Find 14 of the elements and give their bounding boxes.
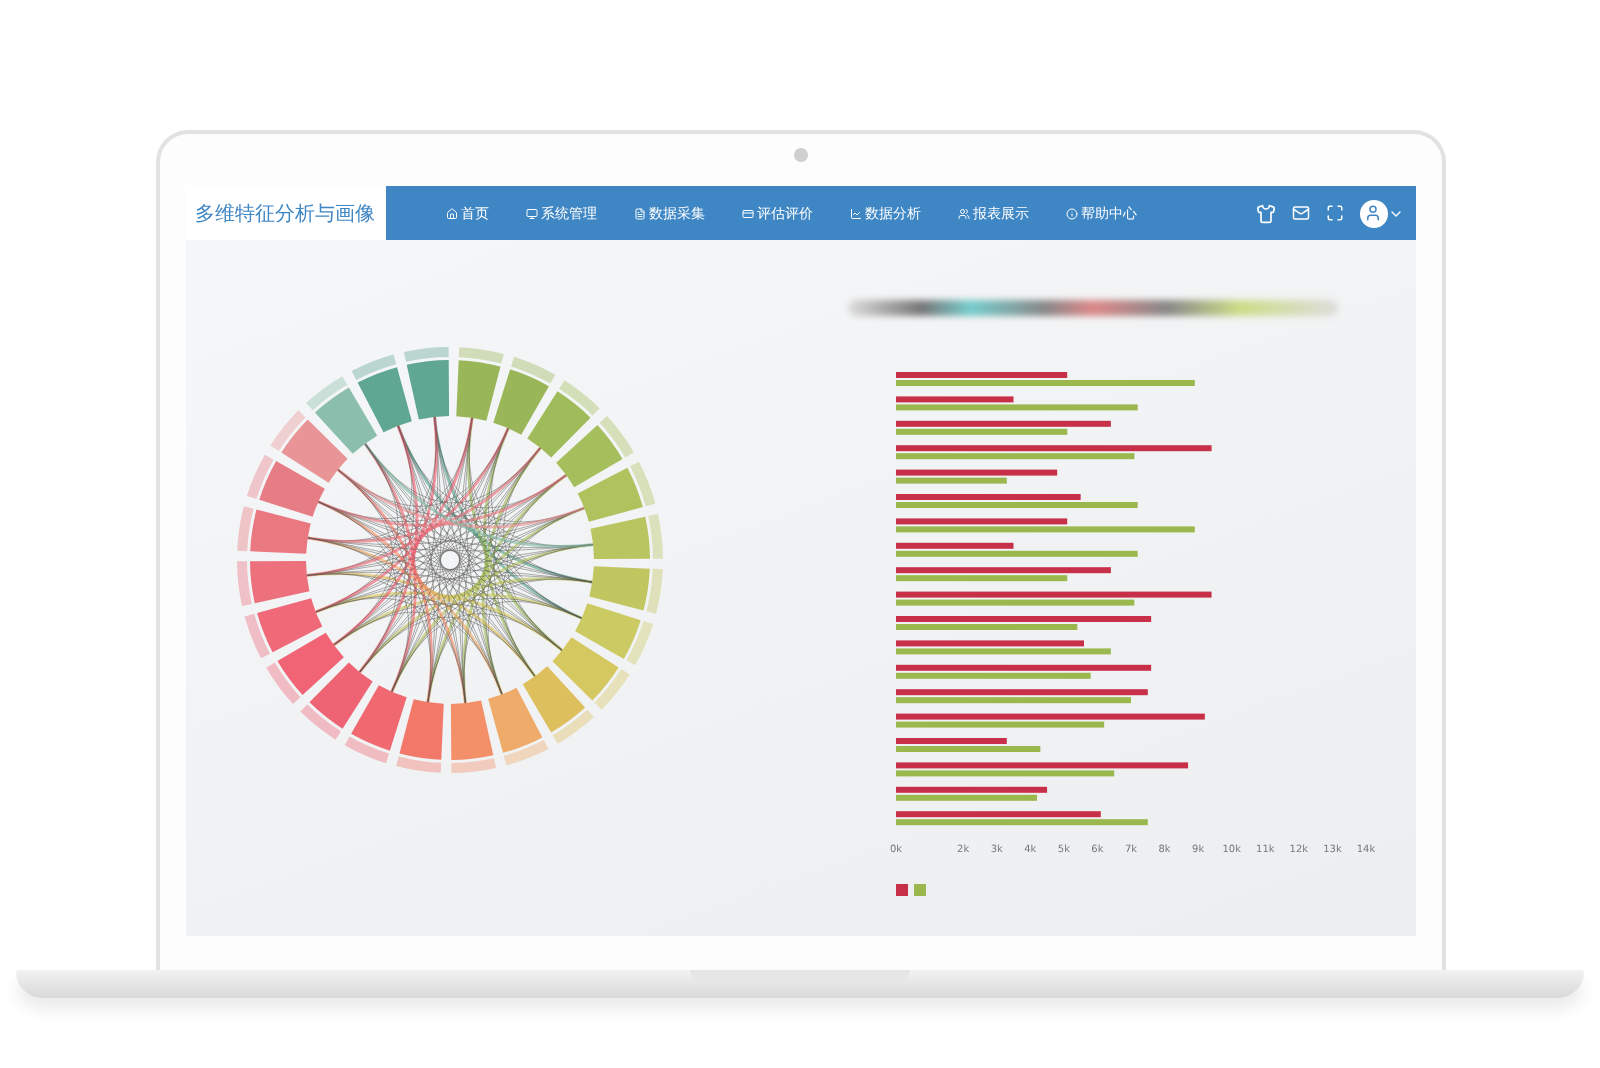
nav-icon [741,207,753,219]
nav-icon [1065,207,1077,219]
fullscreen-icon[interactable] [1325,204,1343,222]
app-title: 多维特征分析与画像 [185,186,385,240]
mail-icon[interactable] [1291,204,1309,222]
nav-icon [957,207,969,219]
shirt-icon[interactable] [1255,203,1275,223]
nav-icon [445,207,457,219]
nav-icon [633,207,645,219]
camera-icon [793,148,807,162]
nav-icon [525,207,537,219]
user-icon [1364,204,1382,222]
user-menu[interactable] [1359,199,1403,227]
nav-icon [849,207,861,219]
